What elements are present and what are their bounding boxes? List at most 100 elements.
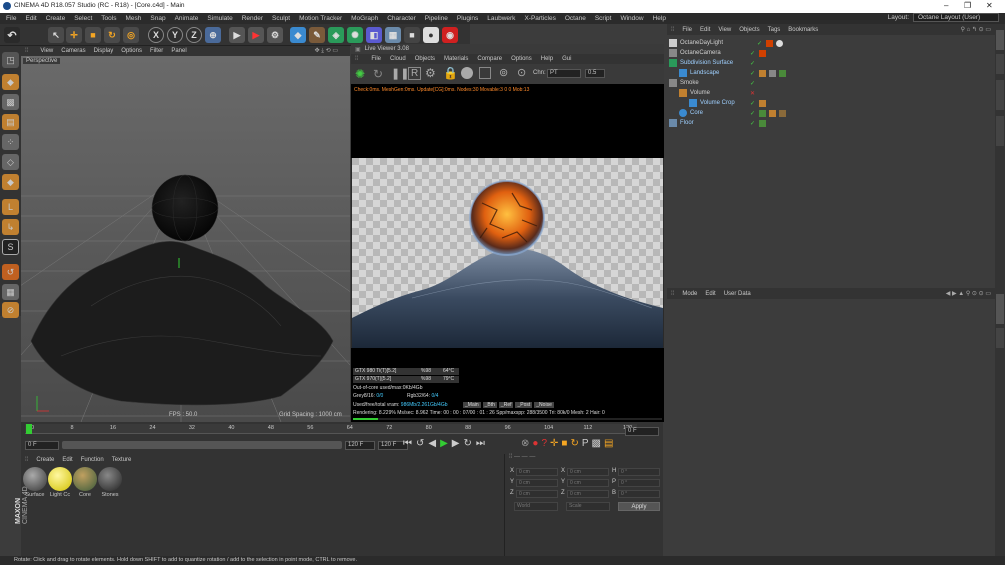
enabled-check-icon[interactable]: ✓ [750,100,755,107]
material-light-swatch[interactable] [48,467,72,491]
playhead[interactable] [26,424,32,434]
lock-icon[interactable]: 🔒 [443,66,458,80]
enabled-check-icon[interactable]: ✓ [750,50,755,57]
mat-menu-function[interactable]: Function [81,457,104,463]
obj-menu-tags[interactable]: Tags [768,27,781,33]
close-button[interactable]: ✕ [986,1,993,10]
viewport-menu-display[interactable]: Display [94,48,114,54]
magnet-icon[interactable]: ↺ [2,264,19,280]
next-key-icon[interactable]: ↻ [464,438,472,449]
current-frame-field[interactable]: 0 F [625,427,659,436]
texture-tag-icon[interactable] [769,69,777,77]
lv-menu-file[interactable]: File [371,56,381,62]
menu-edit[interactable]: Edit [25,15,36,22]
menu-laubwerk[interactable]: Laubwerk [487,15,515,22]
phong-tag-icon[interactable] [769,109,777,117]
pos-x-field[interactable]: 0 cm [516,468,558,476]
attr-menu-user-data[interactable]: User Data [724,291,751,297]
layers-tab[interactable] [996,328,1004,348]
polygons-mode-icon[interactable]: ◆ [2,174,19,190]
lv-menu-help[interactable]: Help [541,56,553,62]
takes-tab[interactable] [996,54,1004,74]
key-rotation-icon[interactable]: ↻ [570,438,578,449]
lv-menu-gui[interactable]: Gui [562,56,571,62]
rotate-tool-icon[interactable]: ↻ [104,27,120,43]
menu-plugins[interactable]: Plugins [457,15,478,22]
core-material-tag-icon[interactable] [779,109,787,117]
octane-icon[interactable]: ◉ [442,27,458,43]
object-row-landscape[interactable]: Landscape ✓ [669,68,991,78]
lock-workplane-icon[interactable]: ⊘ [2,302,19,318]
enabled-check-icon[interactable]: ✓ [750,120,755,127]
visibility-dot[interactable] [750,41,755,46]
structure-tab[interactable] [996,116,1004,146]
timeline-menu-icon[interactable]: ▤ [604,438,613,449]
undo-icon[interactable]: ↶ [4,27,20,43]
pos-y-field[interactable]: 0 cm [516,479,558,487]
y-axis-lock-button[interactable]: Y [167,27,183,43]
viewport-menu-cameras[interactable]: Cameras [61,48,85,54]
viewport-menu-panel[interactable]: Panel [171,48,186,54]
enabled-check-icon[interactable]: ✓ [757,40,762,47]
menu-mesh[interactable]: Mesh [125,15,141,22]
key-position-icon[interactable]: ✛ [550,438,558,449]
rot-h-field[interactable]: 0 ° [618,468,660,476]
material-surface-swatch[interactable] [23,467,47,491]
render-settings-icon[interactable]: ⚙ [267,27,283,43]
z-axis-lock-button[interactable]: Z [186,27,202,43]
obj-menu-edit[interactable]: Edit [700,27,710,33]
obj-menu-objects[interactable]: Objects [739,27,759,33]
mat-menu-create[interactable]: Create [36,457,54,463]
render-picture-viewer-icon[interactable]: ▶ [248,27,264,43]
region-icon[interactable] [479,67,491,79]
scale-tool-icon[interactable]: ■ [85,27,101,43]
lv-menu-cloud[interactable]: Cloud [390,56,406,62]
deformer-icon[interactable]: ◧ [366,27,382,43]
points-mode-icon[interactable]: ⁘ [2,134,19,150]
recent-tool-icon[interactable]: ◎ [123,27,139,43]
octane-camera-tag-icon[interactable] [759,49,767,57]
pause-icon[interactable]: ❚❚ [391,67,409,80]
layout-dropdown[interactable]: Octane Layout (User) [913,13,999,22]
prev-key-icon[interactable]: ↺ [416,438,424,449]
next-frame-icon[interactable]: ▶ [452,438,460,449]
object-row-smoke[interactable]: Smoke ✓ [669,78,991,88]
material-core-swatch[interactable] [73,467,97,491]
enabled-check-icon[interactable]: ✓ [750,110,755,117]
light-icon[interactable]: ● [423,27,439,43]
key-pla-icon[interactable]: ▩ [592,438,601,449]
key-param-icon[interactable]: P [582,438,589,449]
world-dropdown[interactable]: World [514,502,558,511]
menu-character[interactable]: Character [387,15,416,22]
exposure-field[interactable]: 0.5 [585,69,605,78]
menu-create[interactable]: Create [46,15,66,22]
material-tag-icon[interactable] [779,69,787,77]
objects-tab[interactable] [996,30,1004,50]
prev-frame-icon[interactable]: ◀ [428,438,436,449]
viewport-menu-view[interactable]: View [40,48,53,54]
pass-noise[interactable]: _Noise [534,402,554,408]
menu-snap[interactable]: Snap [150,15,165,22]
autokey-icon[interactable]: ? [541,438,547,449]
menu-octane[interactable]: Octane [565,15,586,22]
obj-menu-file[interactable]: File [682,27,692,33]
size-z-field[interactable]: 0 cm [567,490,609,498]
end-frame-field[interactable]: 120 F [345,440,375,450]
menu-tools[interactable]: Tools [101,15,116,22]
attr-menu-mode[interactable]: Mode [682,291,697,297]
key-scale-icon[interactable]: ■ [561,438,567,449]
size-y-field[interactable]: 0 cm [567,479,609,487]
viewport-menu-options[interactable]: Options [121,48,142,54]
model-mode-icon[interactable]: ◆ [2,74,19,90]
move-tool-icon[interactable]: ✛ [66,27,82,43]
apply-button[interactable]: Apply [618,502,660,511]
enabled-check-icon[interactable]: ✓ [750,70,755,77]
x-axis-lock-button[interactable]: X [148,27,164,43]
content-browser-tab[interactable] [996,80,1004,110]
menu-motion-tracker[interactable]: Motion Tracker [299,15,342,22]
perspective-viewport[interactable]: Perspective FPS : 50.0 Grid Spacing : 10… [21,56,350,422]
grid-icon[interactable]: ▦ [2,284,19,300]
size-x-field[interactable]: 0 cm [567,468,609,476]
object-nav-icons[interactable]: ⚲ ⌂ ↰ ⊙ ▭ [961,26,991,33]
menu-script[interactable]: Script [595,15,612,22]
